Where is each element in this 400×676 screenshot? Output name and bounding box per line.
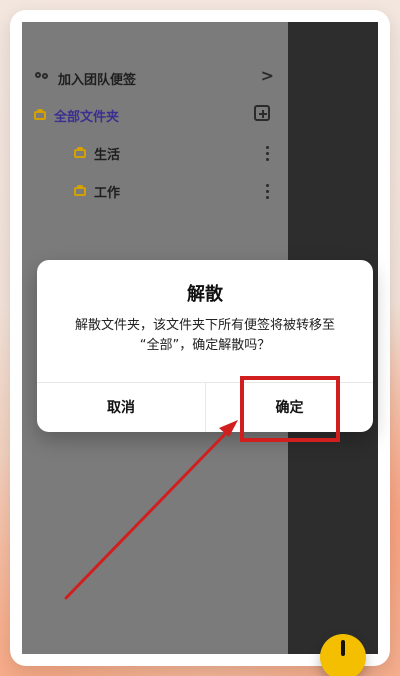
more-vert-icon[interactable]: [260, 181, 274, 201]
folder-icon: [34, 108, 46, 120]
drawer-item-all-folders[interactable]: 全部文件夹: [34, 102, 119, 128]
dissolve-folder-dialog: 解散 解散文件夹，该文件夹下所有便签将被转移至 “全部”，确定解散吗？ 取消 确…: [37, 260, 373, 432]
cancel-button[interactable]: 取消: [37, 382, 205, 432]
chevron-right-icon[interactable]: >: [261, 66, 274, 85]
kebab-dot: [265, 195, 269, 199]
confirm-button[interactable]: 确定: [206, 382, 373, 432]
kebab-dot: [265, 189, 269, 193]
drawer-item-join-team-notes[interactable]: 加入团队便签: [34, 65, 136, 91]
folder-icon: [74, 184, 86, 196]
drawer-item-folder-life[interactable]: 生活: [74, 140, 120, 166]
kebab-dot: [265, 145, 269, 149]
kebab-dot: [265, 183, 269, 187]
floating-action-button[interactable]: [320, 634, 366, 676]
drawer-item-label: 全部文件夹: [54, 109, 120, 125]
kebab-dot: [265, 151, 269, 155]
dialog-message: 解散文件夹，该文件夹下所有便签将被转移至 “全部”，确定解散吗？: [74, 318, 335, 353]
dialog-title: 解散: [187, 284, 223, 305]
team-icon: [34, 72, 50, 84]
drawer-item-label: 工作: [94, 185, 121, 201]
more-vert-icon[interactable]: [260, 143, 274, 163]
kebab-dot: [265, 157, 269, 161]
add-folder-icon[interactable]: [254, 105, 270, 121]
drawer-item-folder-work[interactable]: 工作: [74, 178, 120, 204]
drawer-item-label: 生活: [94, 147, 121, 163]
folder-icon: [74, 146, 86, 158]
drawer-item-label: 加入团队便签: [58, 72, 137, 88]
